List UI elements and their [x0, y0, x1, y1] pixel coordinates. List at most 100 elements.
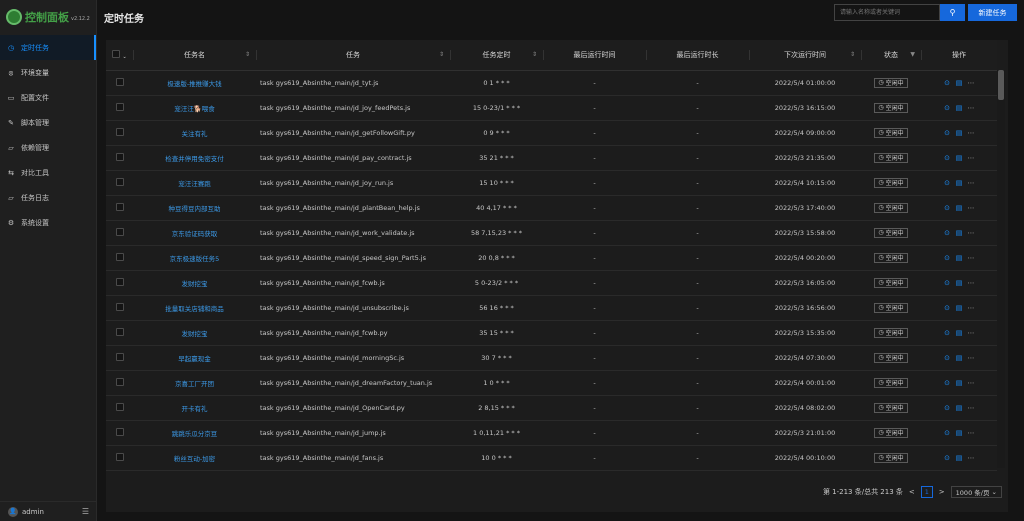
log-icon[interactable]: ▤	[953, 104, 965, 112]
more-icon[interactable]: ⋯	[965, 429, 977, 437]
table-row[interactable]: 批量取关店铺和商品 task gys619_Absinthe_main/jd_un…	[106, 295, 997, 321]
page-number-button[interactable]: 1	[920, 486, 933, 498]
row-select-cell[interactable]	[106, 420, 133, 446]
more-icon[interactable]: ⋯	[965, 179, 977, 187]
row-checkbox[interactable]	[115, 327, 124, 336]
task-name[interactable]: 京东验证码获取	[133, 220, 256, 246]
run-icon[interactable]: ⊙	[941, 279, 953, 287]
sidebar-item-0[interactable]: ◷ 定时任务	[0, 35, 96, 60]
scrollbar-thumb[interactable]	[998, 70, 1004, 100]
more-icon[interactable]: ⋯	[965, 304, 977, 312]
table-row[interactable]: 宠汪汪赛跑 task gys619_Absinthe_main/jd_joy_ru…	[106, 170, 997, 196]
new-task-button[interactable]: 新建任务	[968, 4, 1017, 21]
task-name[interactable]: 京喜工厂开团	[133, 370, 256, 396]
table-row[interactable]: 京喜工厂开团 task gys619_Absinthe_main/jd_dream…	[106, 370, 997, 396]
row-checkbox[interactable]	[115, 102, 124, 111]
select-all-checkbox[interactable]	[112, 49, 121, 58]
row-select-cell[interactable]	[106, 270, 133, 296]
table-row[interactable]: 京东极速版任务5 task gys619_Absinthe_main/jd_spe…	[106, 245, 997, 271]
next-page-button[interactable]: >	[939, 488, 945, 496]
user-area[interactable]: 👤 admin ☰	[0, 501, 97, 521]
column-header-next-run[interactable]: 下次运行时间 ⇕	[749, 40, 861, 71]
log-icon[interactable]: ▤	[953, 454, 965, 462]
log-icon[interactable]: ▤	[953, 329, 965, 337]
table-row[interactable]: 关注有礼 task gys619_Absinthe_main/jd_getFoll…	[106, 120, 997, 146]
column-header-status[interactable]: 状态 ▼	[861, 40, 921, 71]
more-icon[interactable]: ⋯	[965, 354, 977, 362]
chevron-down-icon[interactable]: ⌄	[123, 54, 127, 60]
run-icon[interactable]: ⊙	[941, 204, 953, 212]
table-row[interactable]: 京东验证码获取 task gys619_Absinthe_main/jd_work…	[106, 220, 997, 246]
row-checkbox[interactable]	[115, 377, 124, 386]
task-name[interactable]: 京东极速版任务5	[133, 245, 256, 271]
run-icon[interactable]: ⊙	[941, 154, 953, 162]
log-icon[interactable]: ▤	[953, 254, 965, 262]
column-header-name[interactable]: 任务名 ⇕	[133, 40, 256, 71]
search-button[interactable]: ⚲	[940, 4, 965, 21]
log-icon[interactable]: ▤	[953, 404, 965, 412]
log-icon[interactable]: ▤	[953, 354, 965, 362]
run-icon[interactable]: ⊙	[941, 179, 953, 187]
row-checkbox[interactable]	[115, 302, 124, 311]
task-name[interactable]: 早起赢现金	[133, 345, 256, 371]
table-row[interactable]: 跳跳乐瓜分京豆 task gys619_Absinthe_main/jd_jump…	[106, 420, 997, 446]
task-name[interactable]: 宠汪汪🐕喂食	[133, 95, 256, 121]
sidebar-item-2[interactable]: ▭ 配置文件	[0, 85, 96, 110]
task-name[interactable]: 宠汪汪赛跑	[133, 170, 256, 196]
row-select-cell[interactable]	[106, 395, 133, 421]
log-icon[interactable]: ▤	[953, 204, 965, 212]
log-icon[interactable]: ▤	[953, 304, 965, 312]
search-input[interactable]	[834, 4, 940, 21]
row-select-cell[interactable]	[106, 120, 133, 146]
more-icon[interactable]: ⋯	[965, 404, 977, 412]
sort-icon[interactable]: ⇕	[245, 51, 250, 58]
prev-page-button[interactable]: <	[909, 488, 915, 496]
more-icon[interactable]: ⋯	[965, 104, 977, 112]
page-size-select[interactable]: 1000 条/页 ⌄	[950, 486, 1002, 498]
run-icon[interactable]: ⊙	[941, 229, 953, 237]
row-select-cell[interactable]	[106, 195, 133, 221]
row-checkbox[interactable]	[115, 427, 124, 436]
sort-icon[interactable]: ⇕	[532, 51, 537, 58]
run-icon[interactable]: ⊙	[941, 129, 953, 137]
table-row[interactable]: 宠汪汪🐕喂食 task gys619_Absinthe_main/jd_joy_f…	[106, 95, 997, 121]
row-checkbox[interactable]	[115, 202, 124, 211]
row-checkbox[interactable]	[115, 177, 124, 186]
task-name[interactable]: 粉丝互动-加密	[133, 445, 256, 471]
row-select-cell[interactable]	[106, 70, 133, 96]
run-icon[interactable]: ⊙	[941, 104, 953, 112]
log-icon[interactable]: ▤	[953, 179, 965, 187]
task-name[interactable]: 发财挖宝	[133, 270, 256, 296]
column-header-schedule[interactable]: 任务定时 ⇕	[450, 40, 543, 71]
row-checkbox[interactable]	[115, 452, 124, 461]
table-row[interactable]: 种豆得豆内部互助 task gys619_Absinthe_main/jd_pla…	[106, 195, 997, 221]
run-icon[interactable]: ⊙	[941, 404, 953, 412]
run-icon[interactable]: ⊙	[941, 329, 953, 337]
more-icon[interactable]: ⋯	[965, 79, 977, 87]
more-icon[interactable]: ⋯	[965, 379, 977, 387]
sidebar-item-6[interactable]: ▱ 任务日志	[0, 185, 96, 210]
row-checkbox[interactable]	[115, 252, 124, 261]
sort-icon[interactable]: ⇕	[850, 51, 855, 58]
table-row[interactable]: 开卡有礼 task gys619_Absinthe_main/jd_OpenCar…	[106, 395, 997, 421]
more-icon[interactable]: ⋯	[965, 204, 977, 212]
run-icon[interactable]: ⊙	[941, 454, 953, 462]
more-icon[interactable]: ⋯	[965, 254, 977, 262]
log-icon[interactable]: ▤	[953, 279, 965, 287]
log-icon[interactable]: ▤	[953, 154, 965, 162]
row-select-cell[interactable]	[106, 145, 133, 171]
log-icon[interactable]: ▤	[953, 429, 965, 437]
more-icon[interactable]: ⋯	[965, 154, 977, 162]
filter-icon[interactable]: ▼	[910, 51, 915, 58]
row-checkbox[interactable]	[115, 127, 124, 136]
sidebar-item-3[interactable]: ✎ 脚本管理	[0, 110, 96, 135]
row-select-cell[interactable]	[106, 245, 133, 271]
task-name[interactable]: 发财挖宝	[133, 320, 256, 346]
more-icon[interactable]: ⋯	[965, 129, 977, 137]
select-all-header[interactable]: ⌄	[106, 40, 133, 71]
task-name[interactable]: 种豆得豆内部互助	[133, 195, 256, 221]
task-name[interactable]: 极速版-推推赚大钱	[133, 70, 256, 96]
sidebar-item-1[interactable]: ⦻ 环境变量	[0, 60, 96, 85]
sort-icon[interactable]: ⇕	[439, 51, 444, 58]
row-select-cell[interactable]	[106, 220, 133, 246]
